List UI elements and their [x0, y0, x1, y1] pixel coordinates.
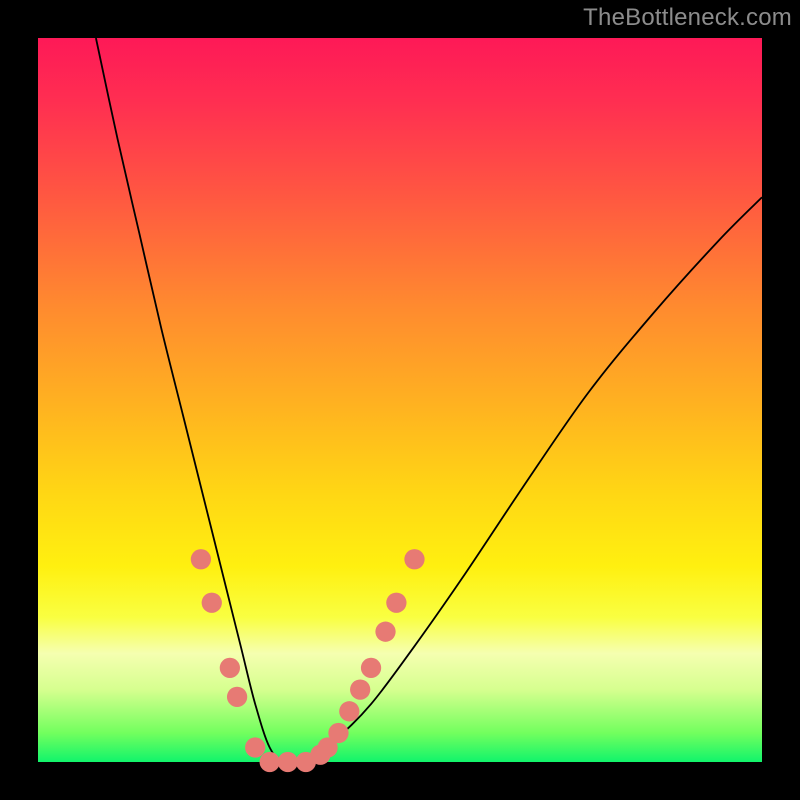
highlight-dot — [386, 593, 406, 613]
highlight-dot — [339, 701, 359, 721]
highlight-dot — [220, 658, 240, 678]
highlight-dot — [227, 687, 247, 707]
highlight-dot — [375, 622, 395, 642]
highlight-dot — [361, 658, 381, 678]
bottleneck-curve — [96, 38, 762, 764]
chart-svg — [38, 38, 762, 762]
highlight-dot — [245, 737, 265, 757]
watermark-text: TheBottleneck.com — [583, 4, 792, 32]
highlight-dot — [404, 549, 424, 569]
plot-area — [38, 38, 762, 762]
highlight-dot — [202, 593, 222, 613]
highlight-dot — [328, 723, 348, 743]
chart-frame: TheBottleneck.com — [0, 0, 800, 800]
highlight-dot — [260, 752, 280, 772]
highlight-dot — [278, 752, 298, 772]
highlight-dot — [350, 679, 370, 699]
highlight-dot — [191, 549, 211, 569]
highlight-dots-group — [191, 549, 425, 772]
